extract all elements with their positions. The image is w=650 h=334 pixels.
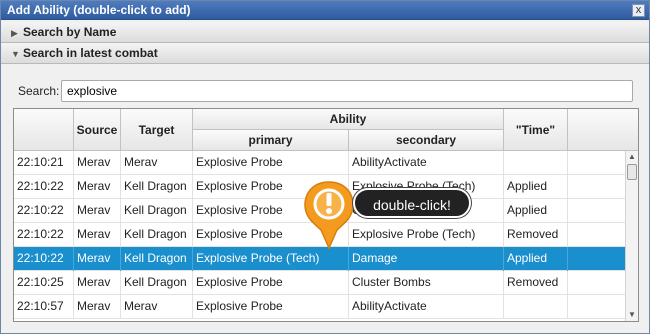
cell-source: Merav <box>74 175 121 199</box>
table-row[interactable]: 22:10:25 Merav Kell Dragon Explosive Probe C… <box>14 271 626 295</box>
cell-filler <box>568 199 626 223</box>
cell-source: Merav <box>74 151 121 175</box>
cell-time: 22:10:22 <box>14 199 74 223</box>
cell-secondary: AbilityActivate <box>349 295 504 319</box>
cell-secondary: AbilityActivate <box>349 151 504 175</box>
cell-qtime: Applied <box>504 175 568 199</box>
cell-source: Merav <box>74 199 121 223</box>
header-filler <box>568 109 638 151</box>
search-input[interactable] <box>61 80 633 102</box>
section-search-by-name[interactable]: ▶ Search by Name <box>1 22 649 43</box>
header-target[interactable]: Target <box>121 109 193 151</box>
scroll-thumb[interactable] <box>627 164 637 180</box>
cell-source: Merav <box>74 223 121 247</box>
section-label: Search in latest combat <box>23 46 158 60</box>
cell-time: 22:10:21 <box>14 151 74 175</box>
cell-source: Merav <box>74 295 121 319</box>
table-row[interactable]: 22:10:57 Merav Merav Explosive Probe Ability… <box>14 295 626 319</box>
header-ability: Ability <box>193 109 504 130</box>
cell-qtime: Removed <box>504 223 568 247</box>
cell-time: 22:10:22 <box>14 223 74 247</box>
close-button[interactable]: x <box>632 4 645 17</box>
cell-target: Merav <box>121 295 193 319</box>
cell-qtime <box>504 151 568 175</box>
search-label: Search: <box>18 84 60 98</box>
cell-target: Kell Dragon <box>121 247 193 271</box>
expand-arrow-icon: ▶ <box>11 28 18 38</box>
cell-target: Merav <box>121 151 193 175</box>
section-label: Search by Name <box>23 25 117 39</box>
callout-bubble: double-click! <box>353 188 471 218</box>
cell-target: Kell Dragon <box>121 175 193 199</box>
cell-primary: Explosive Probe <box>193 295 349 319</box>
table-row[interactable]: 22:10:22 Merav Kell Dragon Explosive Probe … <box>14 247 626 271</box>
cell-qtime <box>504 295 568 319</box>
cell-source: Merav <box>74 271 121 295</box>
cell-time: 22:10:22 <box>14 175 74 199</box>
cell-target: Kell Dragon <box>121 199 193 223</box>
cell-primary: Explosive Probe <box>193 151 349 175</box>
scroll-up-icon[interactable]: ▲ <box>626 151 638 163</box>
header-secondary[interactable]: secondary <box>349 130 504 151</box>
cell-primary: Explosive Probe <box>193 271 349 295</box>
header-primary[interactable]: primary <box>193 130 349 151</box>
section-search-latest-combat[interactable]: ▼ Search in latest combat <box>1 43 649 64</box>
collapse-arrow-icon: ▼ <box>11 49 20 59</box>
cell-time: 22:10:22 <box>14 247 74 271</box>
header-quoted-time[interactable]: "Time" <box>504 109 568 151</box>
cell-secondary: Damage <box>349 247 504 271</box>
cell-qtime: Removed <box>504 271 568 295</box>
header-source[interactable]: Source <box>74 109 121 151</box>
cell-source: Merav <box>74 247 121 271</box>
vertical-scrollbar[interactable]: ▲ ▼ <box>625 151 638 321</box>
cell-target: Kell Dragon <box>121 271 193 295</box>
exclamation-icon <box>304 181 354 250</box>
add-ability-window: Add Ability (double-click to add) x ▶ Sea… <box>0 0 650 334</box>
cell-filler <box>568 151 626 175</box>
cell-primary: Explosive Probe (Tech) <box>193 247 349 271</box>
header-time[interactable] <box>14 109 74 151</box>
cell-time: 22:10:25 <box>14 271 74 295</box>
cell-filler <box>568 295 626 319</box>
cell-filler <box>568 247 626 271</box>
window-title: Add Ability (double-click to add) <box>1 1 649 20</box>
cell-time: 22:10:57 <box>14 295 74 319</box>
table-row[interactable]: 22:10:21 Merav Merav Explosive Probe Ability… <box>14 151 626 175</box>
cell-target: Kell Dragon <box>121 223 193 247</box>
cell-qtime: Applied <box>504 247 568 271</box>
cell-filler <box>568 175 626 199</box>
cell-filler <box>568 271 626 295</box>
cell-secondary: Explosive Probe (Tech) <box>349 223 504 247</box>
cell-filler <box>568 223 626 247</box>
cell-secondary: Cluster Bombs <box>349 271 504 295</box>
cell-qtime: Applied <box>504 199 568 223</box>
scroll-down-icon[interactable]: ▼ <box>626 309 638 321</box>
